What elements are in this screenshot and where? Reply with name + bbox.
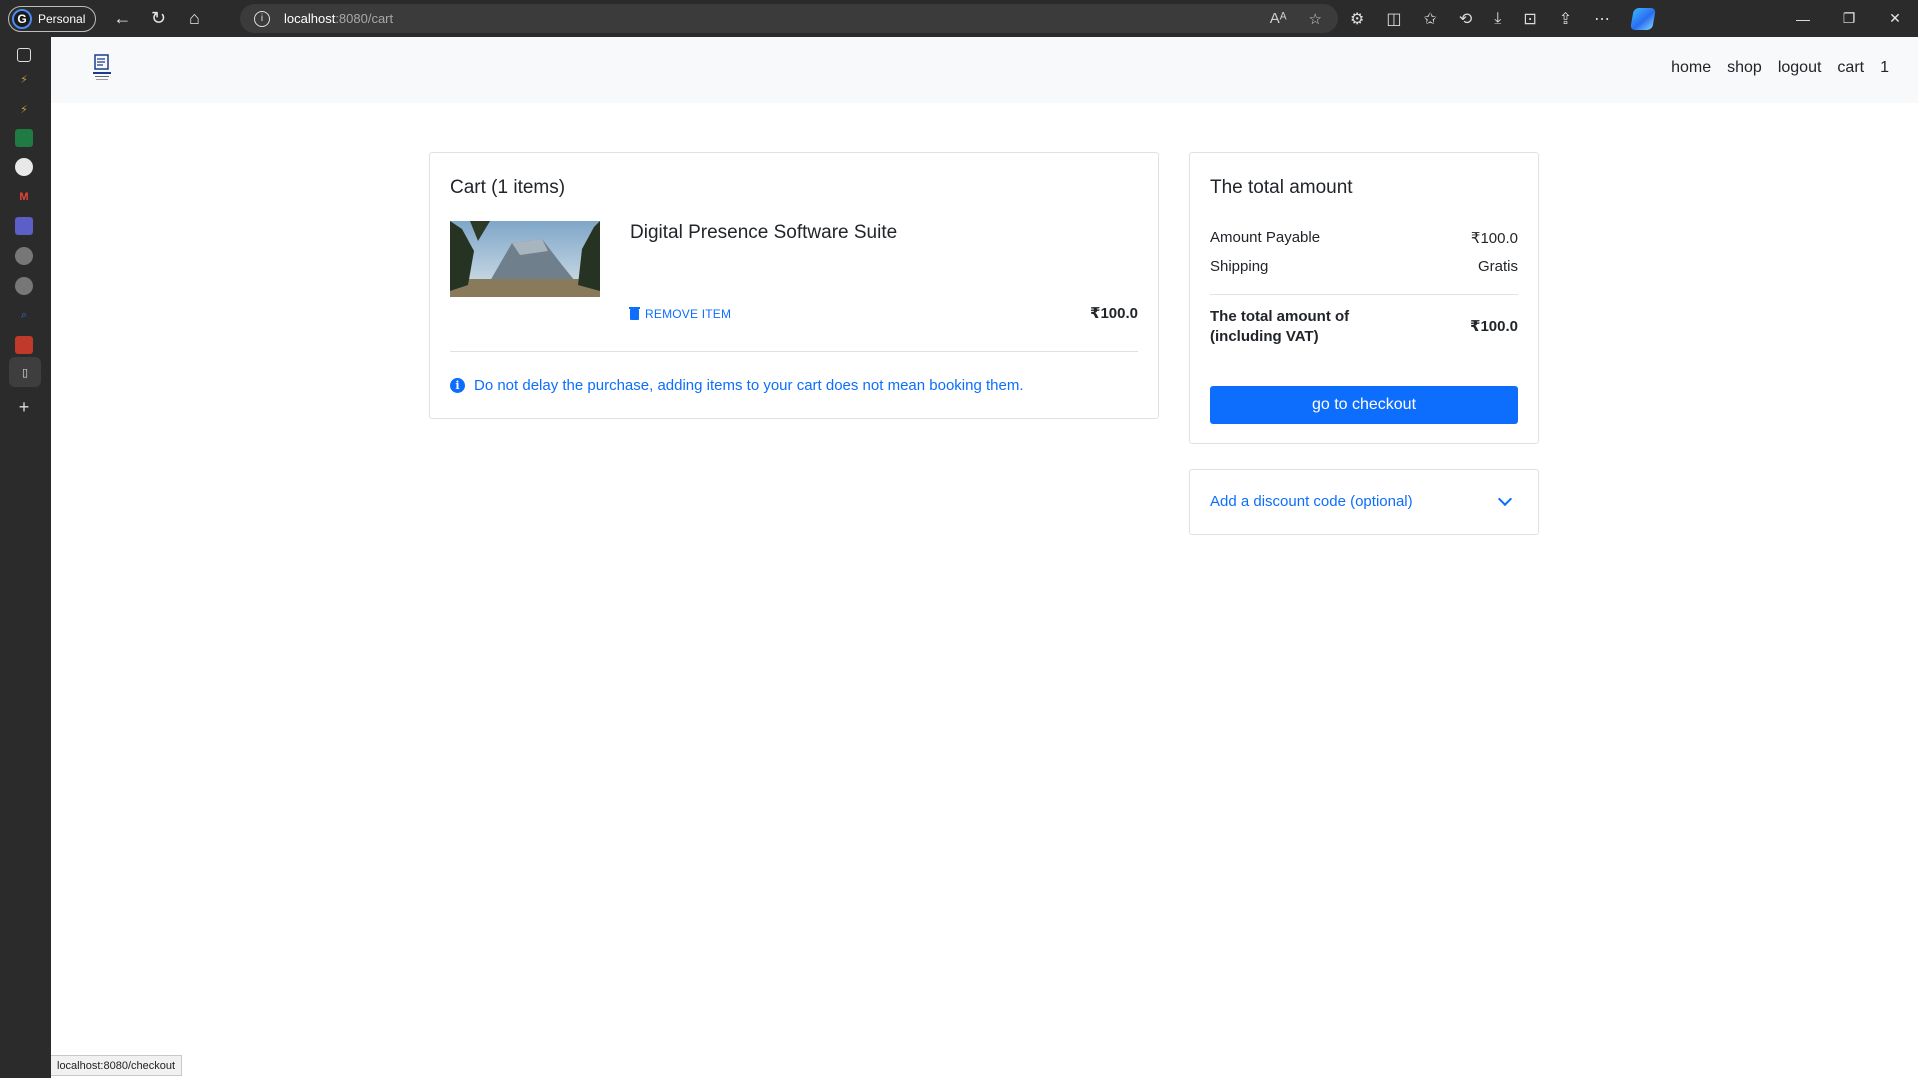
- document-icon[interactable]: ▯: [9, 357, 41, 387]
- restore-icon[interactable]: ❐: [1826, 10, 1872, 27]
- site-nav-links: home shop logout cart 1: [1671, 59, 1889, 77]
- shipping-row: Shipping Gratis: [1210, 258, 1518, 275]
- sidebar-app-icon[interactable]: ⚡: [15, 70, 33, 88]
- profile-label: Personal: [38, 11, 86, 26]
- address-bar[interactable]: i localhost:8080/cart Aᴬ ☆: [240, 4, 1338, 33]
- browser-toolbar: G Personal ← ↻ ⌂ i localhost:8080/cart A…: [0, 0, 1918, 37]
- gmail-icon[interactable]: M: [15, 188, 33, 206]
- profile-button[interactable]: G Personal: [8, 5, 97, 32]
- order-summary-card: The total amount Amount Payable ₹100.0 S…: [1189, 152, 1539, 444]
- read-aloud-icon[interactable]: Aᴬ: [1270, 10, 1287, 28]
- more-menu-icon[interactable]: ⋯: [1594, 9, 1610, 29]
- sheets-icon[interactable]: [15, 129, 33, 147]
- history-icon[interactable]: ⟲: [1459, 9, 1472, 29]
- split-screen-icon[interactable]: ◫: [1386, 9, 1401, 29]
- nav-logout-link[interactable]: logout: [1778, 59, 1822, 77]
- total-label: The total amount of (including VAT): [1210, 307, 1349, 347]
- downloads-icon[interactable]: ⤓: [1494, 10, 1501, 28]
- shipping-value: Gratis: [1477, 258, 1518, 275]
- checkout-button[interactable]: go to checkout: [1210, 386, 1518, 424]
- close-icon[interactable]: ✕: [1872, 10, 1918, 27]
- share-icon[interactable]: ⇪: [1559, 9, 1572, 29]
- nav-cart-link[interactable]: cart: [1837, 59, 1864, 77]
- github-icon[interactable]: [15, 247, 33, 265]
- amount-payable-label: Amount Payable: [1210, 229, 1321, 246]
- info-icon: i: [450, 378, 465, 393]
- shipping-label: Shipping: [1210, 258, 1269, 275]
- copilot-icon[interactable]: [1630, 7, 1657, 30]
- amount-payable-value: ₹100.0: [1470, 230, 1518, 247]
- discount-card[interactable]: Add a discount code (optional): [1189, 469, 1539, 535]
- site-logo[interactable]: [91, 53, 113, 85]
- chatgpt-icon[interactable]: [15, 158, 33, 176]
- summary-title: The total amount: [1210, 177, 1353, 198]
- browser-sidebar: ⚡ ⚡ M ⌕ ▯ +: [0, 37, 51, 1078]
- item-price: ₹100.0: [1090, 305, 1138, 322]
- total-value: ₹100.0: [1470, 318, 1518, 335]
- add-icon[interactable]: +: [15, 397, 33, 417]
- calendar-icon[interactable]: [15, 336, 33, 354]
- cart-notice-text: Do not delay the purchase, adding items …: [474, 377, 1024, 394]
- chevron-down-icon: [1497, 491, 1513, 506]
- web-page: home shop logout cart 1 Cart (1 items) D…: [51, 37, 1918, 1078]
- refresh-icon[interactable]: ↻: [140, 4, 176, 34]
- cart-notice: i Do not delay the purchase, adding item…: [450, 377, 1024, 394]
- product-image[interactable]: [450, 221, 600, 297]
- url-host: localhost: [284, 11, 336, 26]
- trash-icon: [629, 306, 640, 320]
- site-navbar: home shop logout cart 1: [51, 37, 1918, 103]
- home-icon[interactable]: ⌂: [176, 4, 212, 34]
- divider: [450, 351, 1138, 352]
- url-path: :8080/cart: [335, 11, 394, 26]
- remove-item-label: REMOVE ITEM: [645, 307, 732, 321]
- screenshot-icon[interactable]: ⊡: [1523, 9, 1536, 29]
- total-label-line2: (including VAT): [1210, 328, 1319, 345]
- search-icon[interactable]: ⌕: [15, 306, 33, 324]
- nav-home-link[interactable]: home: [1671, 59, 1711, 77]
- github-icon[interactable]: [15, 277, 33, 295]
- dev-tool-icon[interactable]: [15, 217, 33, 235]
- site-info-icon[interactable]: i: [254, 10, 270, 27]
- favorites-icon[interactable]: ✩: [1423, 9, 1436, 29]
- nav-shop-link[interactable]: shop: [1727, 59, 1762, 77]
- total-label-line1: The total amount of: [1210, 308, 1350, 325]
- status-bar-url: localhost:8080/checkout: [51, 1055, 183, 1076]
- cart-card: Cart (1 items) Digital Presence Software…: [429, 152, 1159, 419]
- cart-count-badge[interactable]: 1: [1880, 59, 1889, 77]
- product-name[interactable]: Digital Presence Software Suite: [630, 222, 897, 244]
- discount-toggle[interactable]: Add a discount code (optional): [1210, 491, 1518, 510]
- cart-title: Cart (1 items): [450, 177, 566, 198]
- tab-actions-icon[interactable]: [17, 48, 31, 62]
- extensions-icon[interactable]: ⚙: [1350, 9, 1364, 29]
- divider: [1210, 294, 1518, 295]
- discount-label: Add a discount code (optional): [1210, 493, 1413, 510]
- amount-payable-row: Amount Payable ₹100.0: [1210, 229, 1518, 247]
- sidebar-app-icon[interactable]: ⚡: [15, 100, 33, 118]
- minimize-icon[interactable]: —: [1780, 11, 1826, 27]
- total-row: The total amount of (including VAT) ₹100…: [1210, 307, 1518, 347]
- back-icon[interactable]: ←: [104, 4, 140, 34]
- profile-avatar-icon: G: [12, 8, 32, 29]
- favorite-star-icon[interactable]: ☆: [1309, 10, 1322, 28]
- remove-item-button[interactable]: REMOVE ITEM: [629, 306, 732, 321]
